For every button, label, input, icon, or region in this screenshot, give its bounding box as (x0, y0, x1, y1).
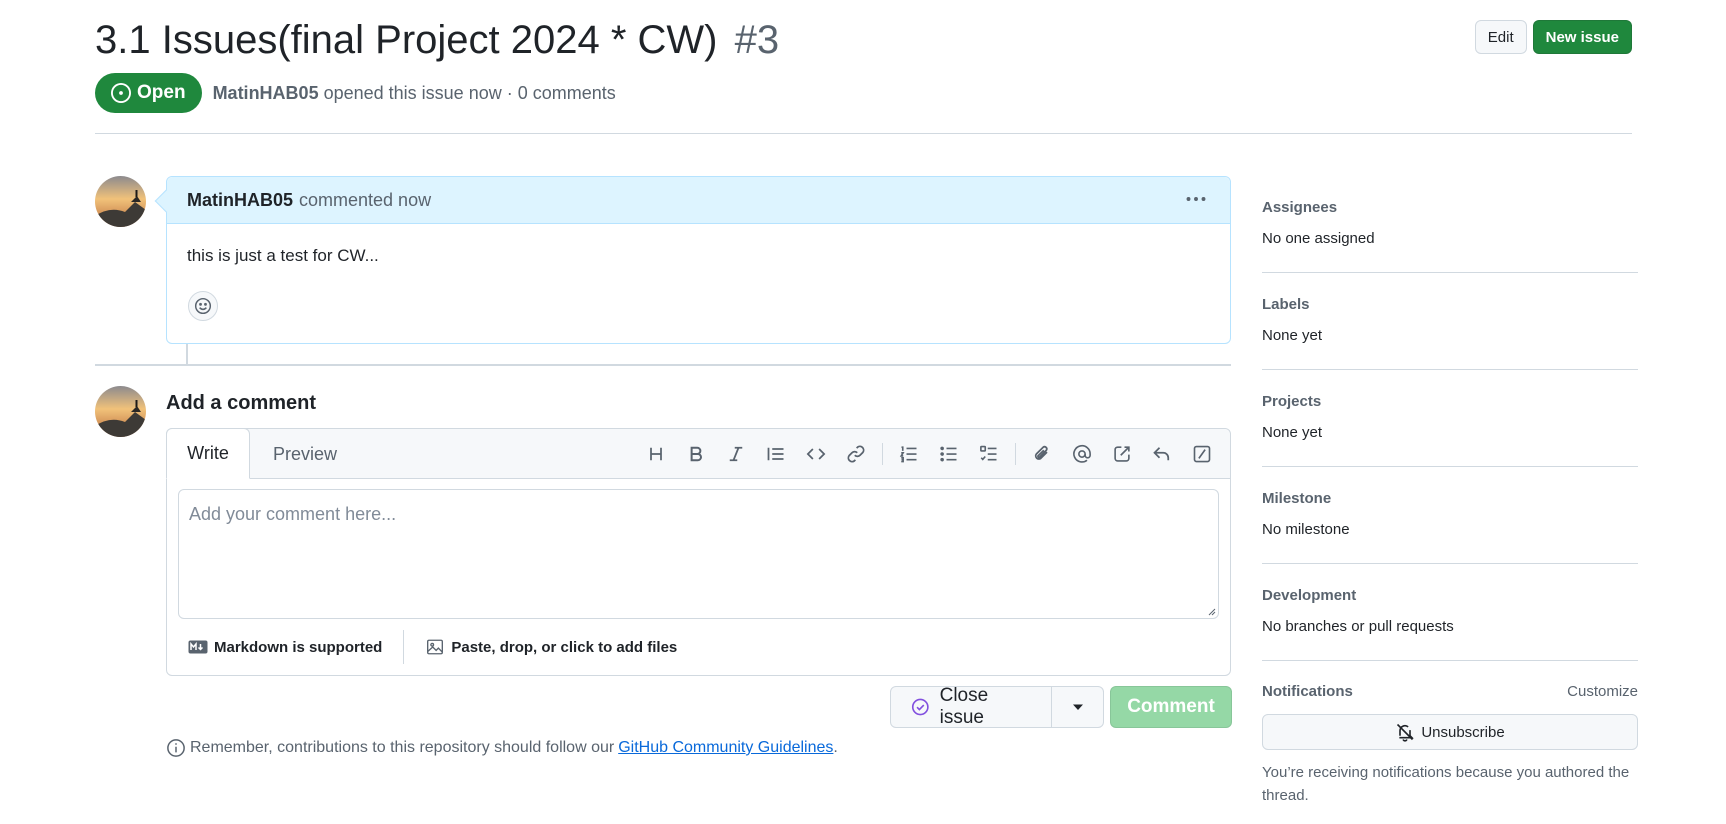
comment-textarea[interactable]: Add your comment here... (178, 489, 1219, 619)
sidebar-heading: Development (1262, 587, 1357, 604)
sidebar-labels[interactable]: Labels None yet (1262, 273, 1638, 370)
sidebar-value: No one assigned (1262, 230, 1375, 247)
issue-number: #3 (734, 18, 780, 62)
toolbar-divider (1015, 443, 1016, 465)
issue-title-text: 3.1 Issues(final Project 2024 * CW) (95, 18, 718, 62)
sidebar-value: No milestone (1262, 521, 1350, 538)
tab-write[interactable]: Write (166, 428, 250, 479)
add-comment-heading: Add a comment (166, 392, 317, 414)
guidelines-text: Remember, contributions to this reposito… (190, 739, 615, 756)
comment-card: MatinHAB05 commented now this is just a … (154, 176, 1231, 344)
close-issue-button[interactable]: Close issue (890, 685, 1052, 728)
toolbar-divider (882, 443, 883, 465)
ellipsis-icon (1186, 197, 1206, 201)
unordered-list-icon[interactable] (929, 441, 969, 467)
resize-handle-icon[interactable] (1206, 606, 1216, 616)
comment-editor: Write Preview Add your comment here... M… (166, 428, 1231, 676)
editor-toolbar: Write Preview (166, 428, 1230, 479)
code-icon[interactable] (796, 441, 836, 467)
mention-icon[interactable] (1062, 441, 1102, 467)
issue-meta-text: opened this issue now · 0 comments (323, 82, 616, 103)
customize-notifications-link[interactable]: Customize (1567, 683, 1638, 700)
sidebar-projects[interactable]: Projects None yet (1262, 370, 1638, 467)
open-status-badge: Open (95, 73, 202, 113)
issue-sidebar: Assignees No one assigned Labels None ye… (1262, 176, 1638, 807)
sidebar-value: None yet (1262, 327, 1323, 344)
reply-icon[interactable] (1142, 441, 1182, 467)
formatting-tools (636, 441, 1222, 467)
paperclip-icon[interactable] (1022, 441, 1062, 467)
quote-icon[interactable] (756, 441, 796, 467)
sidebar-heading: Assignees (1262, 199, 1338, 216)
sidebar-value: None yet (1262, 424, 1323, 441)
composer-actions: Close issue Comment (890, 685, 1232, 728)
task-list-icon[interactable] (969, 441, 1009, 467)
community-guidelines-link[interactable]: GitHub Community Guidelines (618, 739, 833, 757)
header-actions: Edit New issue (1474, 20, 1632, 54)
heading-icon[interactable] (636, 441, 676, 467)
comment-placeholder: Add your comment here... (189, 504, 397, 524)
footer-divider (403, 630, 405, 664)
ordered-list-icon[interactable] (889, 441, 929, 467)
slash-command-icon[interactable] (1182, 441, 1222, 467)
sidebar-heading: Projects (1262, 393, 1322, 410)
tab-preview[interactable]: Preview (273, 429, 337, 479)
italic-icon[interactable] (716, 441, 756, 467)
bold-icon[interactable] (676, 441, 716, 467)
sidebar-assignees[interactable]: Assignees No one assigned (1262, 176, 1638, 273)
image-icon (427, 639, 444, 655)
unsubscribe-label: Unsubscribe (1421, 723, 1505, 741)
info-icon (167, 739, 185, 757)
triangle-down-icon (1072, 704, 1083, 710)
timeline-divider (95, 364, 1231, 366)
avatar[interactable] (95, 176, 146, 227)
sidebar-heading: Milestone (1262, 490, 1332, 507)
bell-slash-icon (1397, 723, 1415, 742)
unsubscribe-button[interactable]: Unsubscribe (1262, 714, 1638, 750)
issue-state-row: Open MatinHAB05 opened this issue now · … (95, 73, 616, 113)
markdown-help-link[interactable]: Markdown is supported (188, 639, 382, 656)
issue-author-link[interactable]: MatinHAB05 (213, 83, 319, 103)
close-options-dropdown[interactable] (1052, 686, 1104, 728)
link-icon[interactable] (836, 441, 876, 467)
avatar-image (95, 176, 146, 227)
comment-author-link[interactable]: MatinHAB05 (187, 190, 293, 211)
status-label: Open (137, 82, 186, 103)
comment-body: this is just a test for CW... (187, 246, 379, 265)
issue-title: 3.1 Issues(final Project 2024 * CW) #3 (95, 14, 779, 66)
comment-action: commented now (299, 189, 432, 210)
notification-reason: You’re receiving notifications because y… (1262, 764, 1630, 804)
issue-header: 3.1 Issues(final Project 2024 * CW) #3 O… (95, 14, 1632, 134)
editor-footer: Markdown is supported Paste, drop, or cl… (167, 619, 1230, 675)
issue-opened-icon (111, 83, 131, 103)
issue-meta: MatinHAB05 opened this issue now · 0 com… (213, 83, 616, 104)
sidebar-milestone[interactable]: Milestone No milestone (1262, 467, 1638, 564)
attach-label: Paste, drop, or click to add files (451, 638, 678, 656)
smiley-icon (194, 297, 212, 315)
sidebar-heading: Labels (1262, 296, 1310, 313)
edit-button[interactable]: Edit (1474, 20, 1527, 54)
avatar[interactable] (95, 386, 146, 437)
guidelines-end: . (833, 739, 838, 756)
sidebar-value: No branches or pull requests (1262, 618, 1454, 635)
comment-submit-button[interactable]: Comment (1110, 686, 1232, 728)
comment-header: MatinHAB05 commented now (167, 177, 1230, 224)
avatar-image (95, 386, 146, 437)
cross-reference-icon[interactable] (1102, 441, 1142, 467)
sidebar-notifications: Notifications Customize Unsubscribe You’… (1262, 661, 1638, 807)
timeline-line (186, 344, 188, 364)
markdown-icon (188, 640, 208, 654)
markdown-label: Markdown is supported (214, 638, 383, 656)
kebab-menu-icon[interactable] (1184, 187, 1208, 217)
add-reaction-button[interactable] (188, 291, 218, 321)
check-circle-icon (911, 698, 929, 716)
attach-files-button[interactable]: Paste, drop, or click to add files (425, 638, 677, 656)
guidelines-note: Remember, contributions to this reposito… (166, 738, 838, 758)
new-issue-button[interactable]: New issue (1532, 20, 1632, 54)
sidebar-development[interactable]: Development No branches or pull requests (1262, 564, 1638, 661)
close-issue-label: Close issue (939, 685, 989, 728)
